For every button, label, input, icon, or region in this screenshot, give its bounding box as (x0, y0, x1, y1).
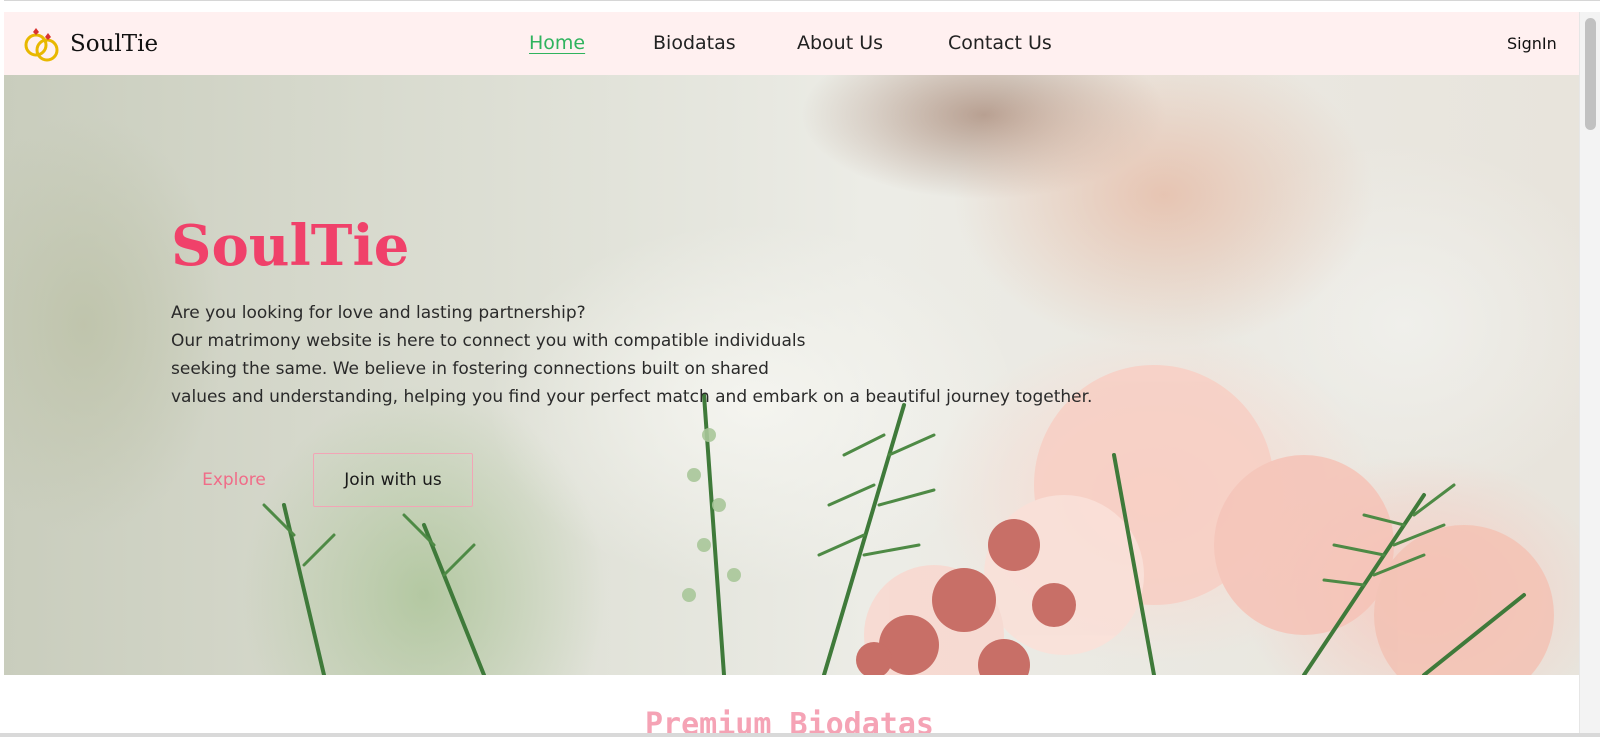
signin-link[interactable]: SignIn (1507, 34, 1557, 53)
hero-description: Are you looking for love and lasting par… (171, 299, 1131, 411)
navbar: SoulTie Home Biodatas About Us Contact U… (4, 12, 1579, 75)
scrollbar-thumb[interactable] (1585, 18, 1596, 130)
browser-bottom-edge (0, 733, 1600, 737)
nav-link-about-us[interactable]: About Us (797, 32, 883, 54)
hero-description-line: values and understanding, helping you fi… (171, 387, 1093, 407)
nav-link-contact-us[interactable]: Contact Us (948, 32, 1052, 54)
hero-description-line: seeking the same. We believe in fosterin… (171, 359, 769, 379)
brand-logo[interactable]: SoulTie (20, 22, 158, 66)
rings-icon (24, 28, 59, 62)
hero-title: SoulTie (171, 213, 410, 279)
nav-link-home[interactable]: Home (529, 32, 585, 54)
hero-description-line: Our matrimony website is here to connect… (171, 331, 806, 351)
hero-description-line: Are you looking for love and lasting par… (171, 303, 586, 323)
explore-button[interactable]: Explore (174, 455, 294, 505)
join-with-us-button[interactable]: Join with us (313, 453, 473, 507)
hero-banner: SoulTie Are you looking for love and las… (4, 75, 1579, 675)
browser-top-edge (0, 0, 1600, 12)
brand-name: SoulTie (70, 31, 159, 57)
vertical-scrollbar[interactable] (1579, 12, 1600, 734)
nav-link-biodatas[interactable]: Biodatas (653, 32, 736, 54)
